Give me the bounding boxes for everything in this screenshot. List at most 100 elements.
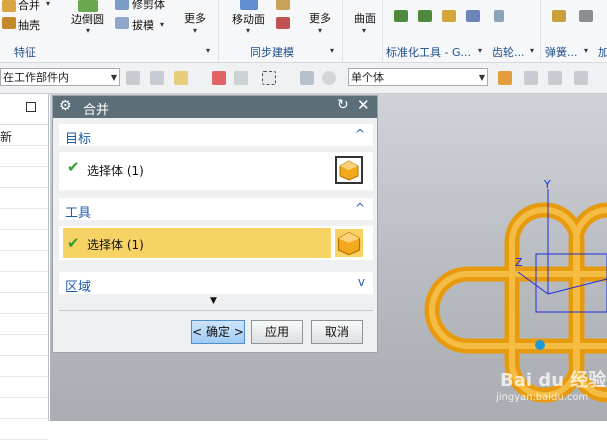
chevron-down-icon[interactable]: v — [358, 275, 365, 289]
std-tool-icon-1[interactable] — [394, 10, 408, 22]
select-body-cube-icon[interactable] — [335, 156, 363, 184]
list-item[interactable] — [0, 398, 48, 419]
draft-dropdown-icon[interactable]: ▾ — [160, 20, 164, 29]
list-item[interactable] — [0, 146, 48, 167]
snap-icon[interactable] — [212, 71, 226, 85]
chevron-up-icon[interactable]: ^ — [355, 127, 365, 141]
axis-z-label: Z — [515, 256, 523, 269]
merge-dialog: ⚙ 合并 ↻ ✕ 目标 ^ ✔ 选择体 (1) 工具 ^ ✔ 选择体 (1) 区… — [52, 95, 378, 353]
sync-tool-icon-1[interactable] — [276, 0, 290, 10]
box-select-icon[interactable] — [262, 71, 276, 85]
edge-blend-button[interactable]: 边倒圆 — [71, 11, 104, 27]
more-button-sync[interactable]: 更多 — [309, 10, 331, 26]
list-item[interactable] — [0, 167, 48, 188]
more-feature-dropdown-icon[interactable]: ▾ — [193, 26, 197, 35]
pointer-icon[interactable] — [150, 71, 164, 85]
sync-group-expand-icon[interactable]: ▾ — [330, 46, 334, 55]
dialog-title-bar: ⚙ 合并 ↻ ✕ — [53, 96, 377, 118]
ok-button[interactable]: < 确定 > — [191, 320, 245, 344]
more-button-feature[interactable]: 更多 — [184, 10, 206, 26]
list-item[interactable] — [0, 419, 48, 440]
edge-blend-dropdown-icon[interactable]: ▾ — [86, 26, 90, 35]
axis-y-label: Y — [544, 178, 551, 191]
move-face-button[interactable]: 移动面 — [232, 11, 265, 27]
chevron-down-icon: ▼ — [110, 73, 117, 82]
sync-modeling-group-label: 同步建模 — [250, 46, 294, 59]
snap-point-icon-1[interactable] — [498, 71, 512, 85]
std-tool-icon-5[interactable] — [494, 10, 504, 22]
trim-body-button[interactable]: 修剪体 — [132, 0, 165, 12]
list-item[interactable] — [0, 335, 48, 356]
baidu-watermark-url: jingyan.baidu.com — [496, 392, 589, 403]
tool-section-header[interactable]: 工具 ^ — [59, 198, 373, 221]
std-tool-icon-2[interactable] — [418, 10, 432, 22]
list-item[interactable] — [0, 272, 48, 293]
shell-icon[interactable] — [2, 17, 16, 29]
reset-icon[interactable]: ↻ — [337, 97, 349, 113]
region-section-title: 区域 — [65, 280, 92, 295]
body-filter-dropdown[interactable]: 单个体 ▼ — [348, 68, 488, 86]
tool-section-title: 工具 — [65, 206, 92, 221]
snap-point-icon-4[interactable] — [574, 71, 588, 85]
list-item[interactable] — [0, 188, 48, 209]
more-options-icon[interactable]: ▼ — [210, 296, 217, 306]
cancel-button[interactable]: 取消 — [311, 320, 363, 344]
draft-icon[interactable] — [115, 17, 129, 29]
list-item[interactable] — [0, 251, 48, 272]
ribbon-divider — [382, 0, 383, 62]
tool-select-row[interactable]: ✔ 选择体 (1) — [59, 226, 373, 260]
wcs-origin-point — [535, 340, 545, 350]
std-tools-expand-icon[interactable]: ▾ — [478, 46, 482, 55]
list-item[interactable] — [0, 230, 48, 251]
dialog-divider — [59, 310, 373, 311]
merge-icon[interactable] — [2, 0, 16, 12]
navigator-column-label: 新 — [0, 130, 13, 144]
checkmark-icon: ✔ — [67, 234, 80, 252]
sync-tool-icon-2[interactable] — [276, 17, 290, 29]
close-icon[interactable]: ✕ — [357, 96, 370, 114]
rotate-icon[interactable] — [234, 71, 248, 85]
snap-point-icon-2[interactable] — [524, 71, 538, 85]
list-item[interactable] — [0, 356, 48, 377]
target-select-row[interactable]: ✔ 选择体 (1) — [59, 152, 373, 190]
spring-tool-icon-1[interactable] — [552, 10, 566, 22]
move-face-icon[interactable] — [240, 0, 258, 10]
merge-dropdown-icon[interactable]: ▾ — [46, 0, 50, 8]
selection-scope-value: 在工作部件内 — [3, 71, 69, 84]
view-icon[interactable] — [300, 71, 314, 85]
selection-scope-dropdown[interactable]: 在工作部件内 ▼ — [0, 68, 120, 86]
target-section-header[interactable]: 目标 ^ — [59, 124, 373, 147]
spring-tool-icon-2[interactable] — [579, 10, 593, 22]
move-face-dropdown-icon[interactable]: ▾ — [246, 26, 250, 35]
apply-button[interactable]: 应用 — [251, 320, 303, 344]
maximize-icon[interactable] — [26, 102, 36, 112]
filter-tool-icon[interactable] — [126, 71, 140, 85]
list-item[interactable] — [0, 209, 48, 230]
region-section-header[interactable]: 区域 v — [59, 272, 373, 295]
select-plus-icon[interactable] — [174, 71, 188, 85]
gear-expand-icon[interactable]: ▾ — [530, 46, 534, 55]
std-tool-icon-3[interactable] — [442, 10, 456, 22]
trim-body-icon[interactable] — [115, 0, 129, 10]
select-body-cube-icon[interactable] — [335, 229, 363, 257]
surface-dropdown-icon[interactable]: ▾ — [362, 26, 366, 35]
list-item[interactable] — [0, 293, 48, 314]
std-tool-icon-4[interactable] — [466, 10, 480, 22]
feature-group-expand-icon[interactable]: ▾ — [206, 46, 210, 55]
draft-button[interactable]: 拔模 — [132, 17, 154, 33]
chevron-up-icon[interactable]: ^ — [355, 201, 365, 215]
list-item[interactable] — [0, 377, 48, 398]
navigator-column-header: 新 — [0, 125, 48, 146]
spring-expand-icon[interactable]: ▾ — [584, 46, 588, 55]
sphere-icon[interactable] — [322, 71, 336, 85]
ribbon-divider — [540, 0, 541, 62]
snap-point-icon-3[interactable] — [548, 71, 562, 85]
surface-button[interactable]: 曲面 — [354, 10, 376, 26]
extra-group-label: 加 — [598, 46, 607, 59]
gear-icon[interactable]: ⚙ — [59, 98, 72, 114]
merge-button[interactable]: 合并 — [18, 0, 40, 13]
list-item[interactable] — [0, 314, 48, 335]
more-sync-dropdown-icon[interactable]: ▾ — [318, 26, 322, 35]
shell-button[interactable]: 抽壳 — [18, 17, 40, 33]
tool-select-label: 选择体 (1) — [87, 238, 144, 252]
